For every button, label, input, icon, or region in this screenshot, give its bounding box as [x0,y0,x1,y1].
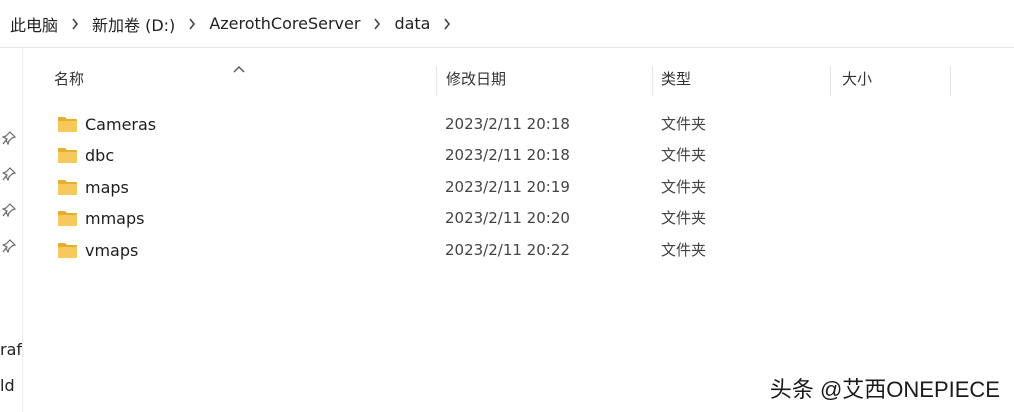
column-header-type[interactable]: 类型 [661,62,691,96]
chevron-right-icon[interactable] [443,18,451,30]
breadcrumb-data-folder[interactable]: data [394,14,430,33]
pin-icon[interactable] [1,202,17,218]
column-header-size[interactable]: 大小 [842,62,872,96]
column-divider[interactable] [436,66,437,96]
breadcrumb-drive[interactable]: 新加卷 (D:) [92,12,175,36]
file-type: 文件夹 [661,146,707,164]
file-name: maps [85,178,129,197]
pin-icon[interactable] [1,238,17,254]
file-row-dbc[interactable]: dbc 2023/2/11 20:18 文件夹 [50,140,830,171]
nav-item-partial-label[interactable]: raf [0,340,22,359]
file-row-mmaps[interactable]: mmaps 2023/2/11 20:20 文件夹 [50,203,830,234]
breadcrumb: 此电脑 新加卷 (D:) AzerothCoreServer data [0,0,1014,48]
navigation-pane: raf ld [0,48,23,412]
file-type: 文件夹 [661,115,707,133]
file-modified-date: 2023/2/11 20:18 [445,115,570,133]
chevron-right-icon[interactable] [71,18,79,30]
column-divider[interactable] [830,66,831,96]
folder-icon [56,176,78,198]
file-row-cameras[interactable]: Cameras 2023/2/11 20:18 文件夹 [50,109,830,140]
column-header-modified[interactable]: 修改日期 [446,62,506,96]
file-type: 文件夹 [661,209,707,227]
chevron-right-icon[interactable] [188,18,196,30]
folder-icon [56,113,78,135]
folder-icon [56,239,78,261]
watermark: 头条 @艾西ONEPIECE [769,377,1000,402]
column-header-name[interactable]: 名称 [54,62,84,96]
file-type: 文件夹 [661,241,707,259]
chevron-right-icon[interactable] [373,18,381,30]
pin-icon[interactable] [1,166,17,182]
nav-item-partial-label[interactable]: ld [0,376,15,395]
file-name: mmaps [85,209,145,228]
file-name: dbc [85,146,115,165]
pin-icon[interactable] [1,130,17,146]
file-modified-date: 2023/2/11 20:19 [445,178,570,196]
file-modified-date: 2023/2/11 20:22 [445,241,570,259]
file-type: 文件夹 [661,178,707,196]
file-modified-date: 2023/2/11 20:20 [445,209,570,227]
folder-icon [56,144,78,166]
file-row-maps[interactable]: maps 2023/2/11 20:19 文件夹 [50,172,830,203]
file-row-vmaps[interactable]: vmaps 2023/2/11 20:22 文件夹 [50,235,830,266]
breadcrumb-server-folder[interactable]: AzerothCoreServer [209,14,360,33]
column-divider[interactable] [652,66,653,96]
folder-icon [56,207,78,229]
column-divider[interactable] [950,66,951,96]
breadcrumb-this-pc[interactable]: 此电脑 [10,12,58,36]
file-modified-date: 2023/2/11 20:18 [445,146,570,164]
file-name: vmaps [85,241,139,260]
column-header-row: 名称 修改日期 类型 大小 [0,62,1014,96]
file-name: Cameras [85,115,157,134]
